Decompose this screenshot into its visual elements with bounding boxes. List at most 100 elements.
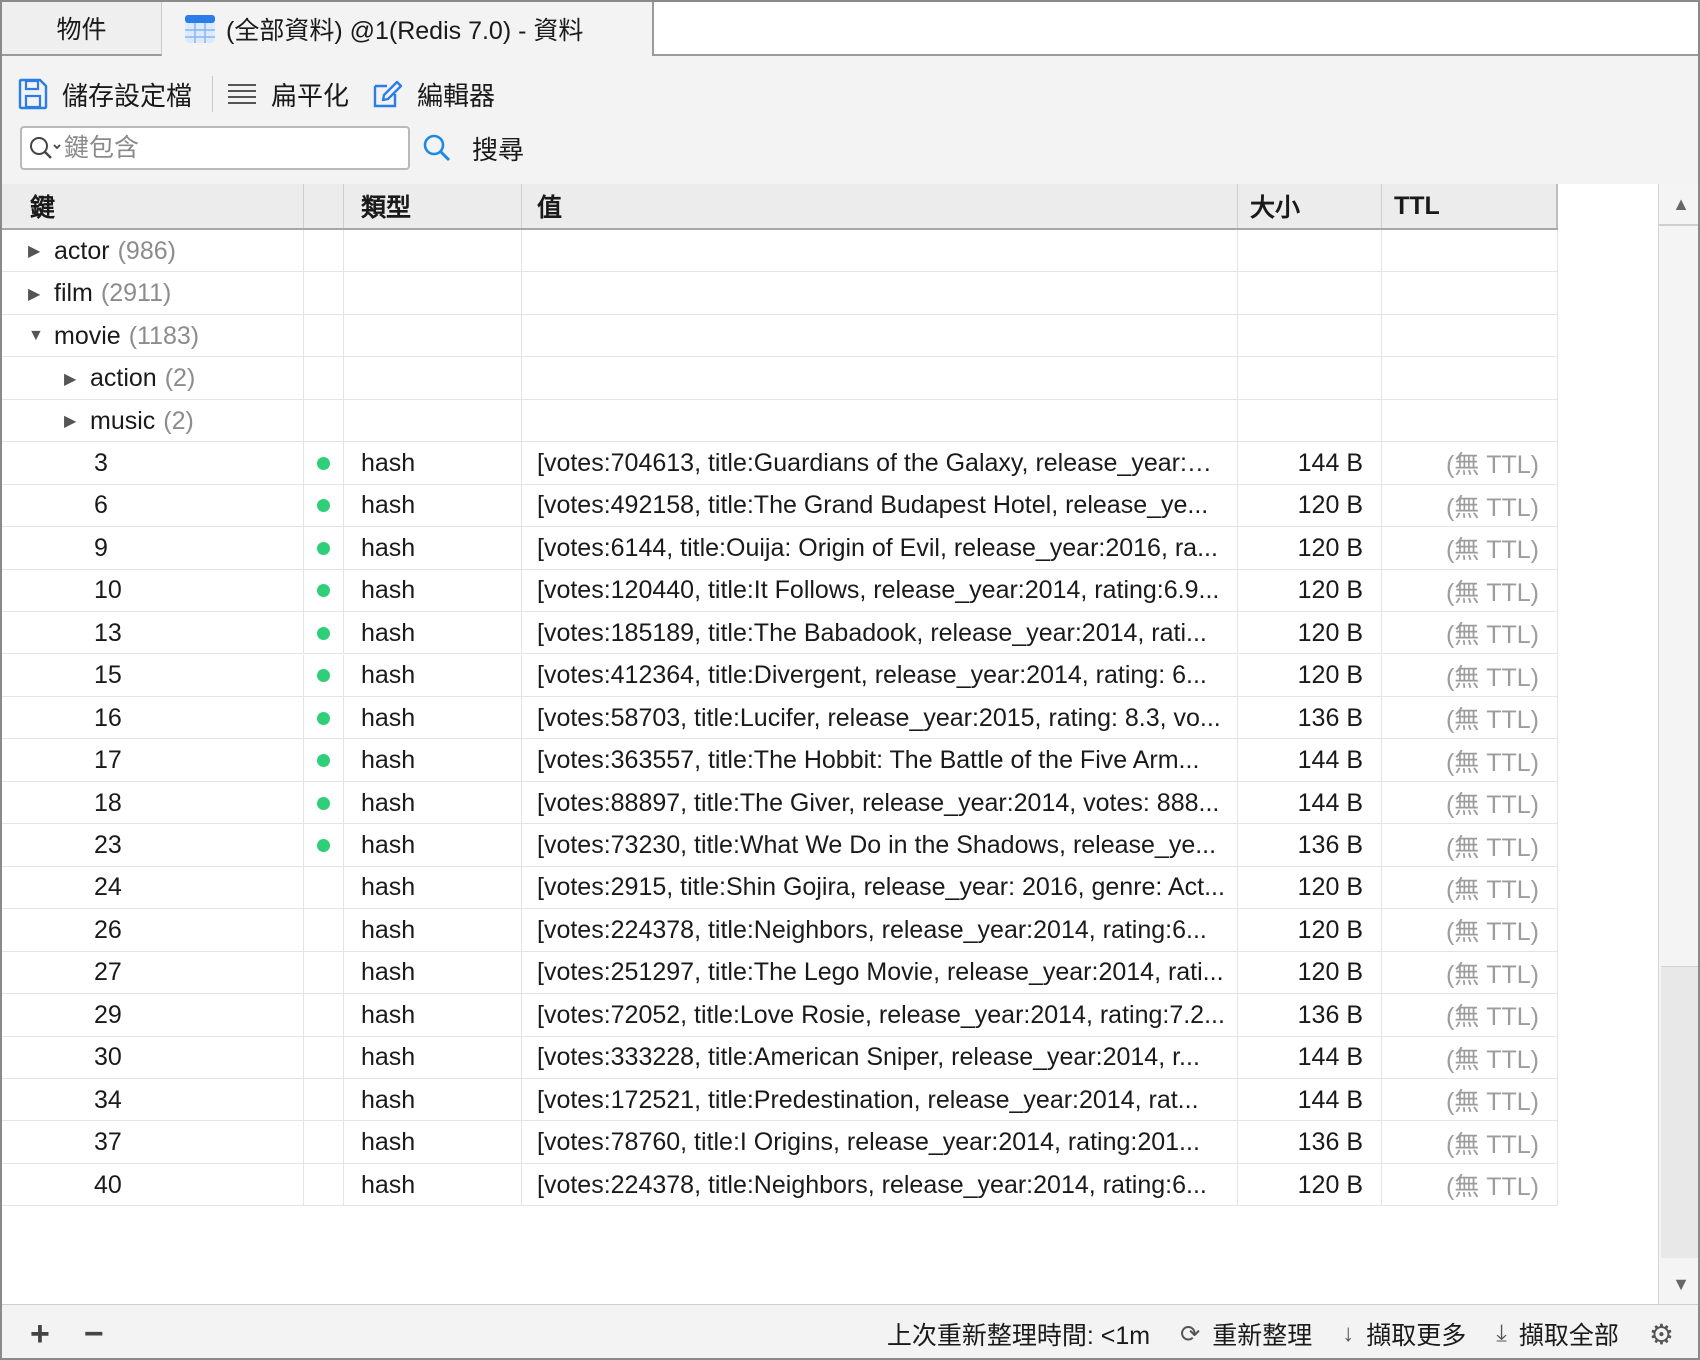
tab-data[interactable]: (全部資料) @1(Redis 7.0) - 資料 [162, 2, 654, 56]
table-row[interactable]: 29 hash [votes:72052, title:Love Rosie, re… [2, 994, 1558, 1037]
size-cell: 136 B [1238, 696, 1382, 740]
search-input[interactable] [64, 133, 384, 163]
search-button[interactable]: 搜尋 [422, 126, 524, 170]
editor-button[interactable]: 編輯器 [371, 70, 495, 118]
value-cell: [votes:172521, title:Predestination, rel… [522, 1079, 1238, 1122]
tree-group-name: actor [54, 236, 110, 265]
key-cell: 16 [2, 696, 304, 740]
empty-cell [304, 314, 344, 358]
key-cell: 9 [2, 527, 304, 570]
table-row[interactable]: 10 hash [votes:120440, title:It Follows, r… [2, 569, 1558, 613]
remove-key-button[interactable]: − [84, 1315, 104, 1354]
tree-group-row[interactable]: ▼ movie (1183) [2, 314, 1558, 358]
value-cell: [votes:78760, title:I Origins, release_y… [522, 1121, 1238, 1164]
value-cell: [votes:363557, title:The Hobbit: The Bat… [522, 739, 1238, 782]
size-cell: 136 B [1238, 824, 1382, 867]
table-row[interactable]: 37 hash [votes:78760, title:I Origins, rel… [2, 1121, 1558, 1164]
empty-cell [1238, 272, 1382, 315]
type-cell: hash [344, 1121, 522, 1164]
ttl-cell: (無 TTL) [1382, 696, 1558, 740]
table-row[interactable]: 23 hash [votes:73230, title:What We Do in … [2, 824, 1558, 867]
tree-group-count: (2) [164, 364, 196, 393]
value-cell: [votes:2915, title:Shin Gojira, release_… [522, 866, 1238, 910]
flatten-button[interactable]: 扁平化 [227, 70, 349, 118]
scrollbar-thumb[interactable] [1661, 966, 1698, 1258]
key-cell: 3 [2, 442, 304, 485]
column-header-type[interactable]: 類型 [344, 184, 522, 228]
table-row[interactable]: 18 hash [votes:88897, title:The Giver, rel… [2, 781, 1558, 825]
empty-cell [522, 357, 1238, 400]
modified-dot-icon [317, 669, 330, 683]
caret-right-icon[interactable]: ▶ [64, 411, 84, 431]
size-cell: 120 B [1238, 909, 1382, 952]
empty-cell [522, 230, 1238, 273]
scroll-down-icon[interactable]: ▼ [1659, 1264, 1698, 1304]
value-cell: [votes:120440, title:It Follows, release… [522, 569, 1238, 613]
tree-group-row[interactable]: ▶ action (2) [2, 357, 1558, 400]
fetch-all-button[interactable]: ⤓ 擷取全部 [1496, 1316, 1619, 1352]
fetch-all-label: 擷取全部 [1518, 1322, 1619, 1350]
empty-cell [522, 314, 1238, 358]
status-cell [304, 612, 344, 655]
type-cell: hash [344, 951, 522, 995]
table-row[interactable]: 16 hash [votes:58703, title:Lucifer, relea… [2, 696, 1558, 740]
key-cell: 17 [2, 739, 304, 782]
table-row[interactable]: 17 hash [votes:363557, title:The Hobbit: T… [2, 739, 1558, 782]
empty-cell [344, 357, 522, 400]
empty-cell [344, 230, 522, 273]
status-cell [304, 569, 344, 613]
vertical-scrollbar[interactable]: ▲ ▼ [1658, 184, 1698, 1304]
column-header-size[interactable]: 大小 [1238, 184, 1382, 228]
table-row[interactable]: 34 hash [votes:172521, title:Predestinatio… [2, 1079, 1558, 1122]
app-window: 物件 (全部資料) @1(Redis 7.0) - 資料 儲存設定檔 扁平化 編… [0, 0, 1700, 1360]
value-cell: [votes:224378, title:Neighbors, release_… [522, 909, 1238, 952]
tree-group-row[interactable]: ▶ actor (986) [2, 230, 1558, 273]
modified-dot-icon [317, 541, 330, 555]
size-cell: 144 B [1238, 1036, 1382, 1079]
table-row[interactable]: 26 hash [votes:224378, title:Neighbors, re… [2, 909, 1558, 952]
table-row[interactable]: 24 hash [votes:2915, title:Shin Gojira, re… [2, 866, 1558, 910]
table-row[interactable]: 40 hash [votes:224378, title:Neighbors, re… [2, 1163, 1558, 1207]
tree-group-row[interactable]: ▶ music (2) [2, 399, 1558, 443]
status-cell [304, 696, 344, 740]
caret-right-icon[interactable]: ▶ [28, 284, 48, 304]
caret-right-icon[interactable]: ▶ [28, 241, 48, 261]
settings-button[interactable]: ⚙ [1649, 1318, 1674, 1351]
empty-cell [1238, 314, 1382, 358]
column-header-indicator [304, 184, 344, 228]
column-header-ttl[interactable]: TTL [1382, 184, 1558, 228]
size-cell: 120 B [1238, 1163, 1382, 1207]
add-key-button[interactable]: + [30, 1315, 50, 1354]
save-profile-button[interactable]: 儲存設定檔 [18, 70, 192, 118]
table-row[interactable]: 27 hash [votes:251297, title:The Lego Movi… [2, 951, 1558, 995]
caret-right-icon[interactable]: ▶ [64, 369, 84, 389]
empty-cell [304, 272, 344, 315]
key-cell: 26 [2, 909, 304, 952]
refresh-time-text: 上次重新整理時間: <1m [887, 1316, 1150, 1352]
key-cell: 23 [2, 824, 304, 867]
table-row[interactable]: 15 hash [votes:412364, title:Divergent, re… [2, 654, 1558, 697]
table-row[interactable]: 3 hash [votes:704613, title:Guardians of t… [2, 442, 1558, 485]
tab-objects[interactable]: 物件 [2, 2, 162, 56]
column-header-key[interactable]: 鍵 [2, 184, 304, 228]
list-icon [228, 84, 257, 104]
ttl-cell: (無 TTL) [1382, 484, 1558, 528]
empty-cell [1238, 399, 1382, 443]
table-row[interactable]: 9 hash [votes:6144, title:Ouija: Origin of… [2, 527, 1558, 570]
table-row[interactable]: 13 hash [votes:185189, title:The Babadook,… [2, 612, 1558, 655]
tree-group-row[interactable]: ▶ film (2911) [2, 272, 1558, 315]
refresh-button[interactable]: ⟳ 重新整理 [1180, 1316, 1312, 1352]
tree-group-cell: ▶ action (2) [2, 357, 304, 400]
scroll-up-icon[interactable]: ▲ [1659, 184, 1698, 224]
save-icon [18, 78, 48, 110]
table-row[interactable]: 30 hash [votes:333228, title:American Snip… [2, 1036, 1558, 1079]
fetch-more-button[interactable]: ↓ 擷取更多 [1342, 1316, 1466, 1352]
tree-group-name: movie [54, 321, 121, 350]
ttl-cell: (無 TTL) [1382, 781, 1558, 825]
table-row[interactable]: 6 hash [votes:492158, title:The Grand Buda… [2, 484, 1558, 528]
value-cell: [votes:185189, title:The Babadook, relea… [522, 612, 1238, 655]
search-filter-icon[interactable] [28, 135, 64, 161]
column-header-value[interactable]: 值 [522, 184, 1238, 228]
status-cell [304, 1079, 344, 1122]
caret-down-icon[interactable]: ▼ [28, 327, 48, 345]
